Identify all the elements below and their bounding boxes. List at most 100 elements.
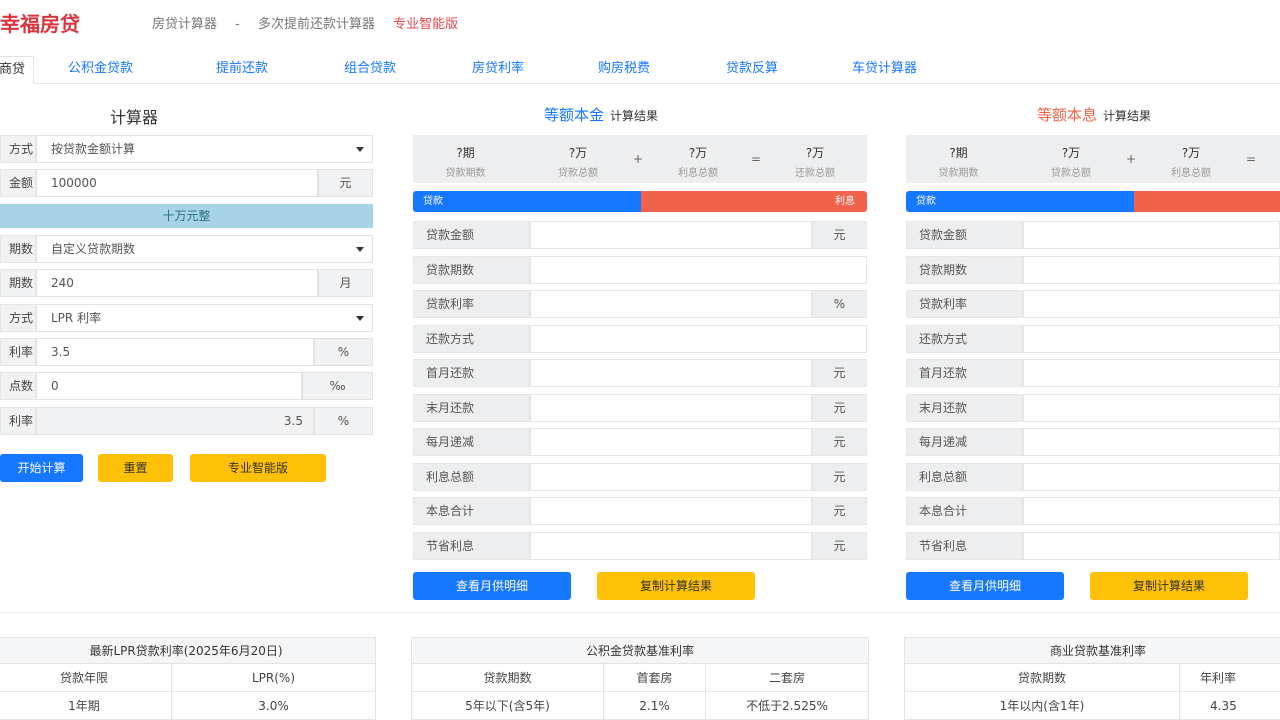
result-unit-first-month: 元 bbox=[812, 359, 867, 387]
result-label-saved-interest: 节省利息 bbox=[906, 531, 1023, 560]
tab-mortgage-rate[interactable]: 房贷利率 bbox=[472, 56, 524, 84]
summary-term-label: 贷款期数 bbox=[938, 168, 979, 179]
result-value-last-month bbox=[1023, 393, 1280, 422]
tab-prepayment[interactable]: 提前还款 bbox=[216, 56, 268, 84]
calculate-button[interactable]: 开始计算 bbox=[0, 454, 83, 482]
amount-in-words: 十万元整 bbox=[0, 204, 373, 228]
method-select[interactable]: 按贷款金额计算 bbox=[36, 135, 373, 163]
fund-cell-term: 5年以下(含5年) bbox=[412, 692, 604, 720]
summary-loan-total-value: ?万 bbox=[568, 146, 588, 160]
site-logo[interactable]: 幸福房贷 bbox=[0, 8, 80, 37]
result-label-loan-term: 贷款期数 bbox=[906, 255, 1023, 284]
result-value-first-month bbox=[1023, 359, 1280, 387]
rate-unit: % bbox=[314, 338, 373, 366]
result-label-repay-method: 还款方式 bbox=[906, 324, 1023, 353]
result-value-monthly-decrease bbox=[1023, 428, 1280, 456]
bp-unit: ‰ bbox=[302, 372, 373, 400]
header: 幸福房贷 房贷计算器 - 多次提前还款计算器 专业智能版 bbox=[0, 0, 1280, 44]
fund-header-first-home: 首套房 bbox=[604, 664, 706, 692]
result-value-loan-amount bbox=[530, 221, 812, 249]
summary-repay-total-label: 还款总额 bbox=[795, 168, 835, 179]
fund-header-second-home: 二套房 bbox=[706, 664, 868, 692]
lpr-table-title: 最新LPR贷款利率(2025年6月20日) bbox=[0, 638, 375, 664]
summary-loan-total: ?万 贷款总额 bbox=[523, 135, 633, 183]
result-row-monthly-decrease: 每月递减 bbox=[906, 428, 1280, 456]
result-label-monthly-decrease: 每月递减 bbox=[413, 428, 530, 456]
result-label-principal-interest-total: 本息合计 bbox=[906, 497, 1023, 525]
breadcrumb-mortgage-calculator[interactable]: 房贷计算器 bbox=[152, 17, 217, 32]
result-unit-loan-rate: % bbox=[812, 290, 867, 318]
rate-label: 利率 bbox=[0, 338, 36, 366]
result-row-loan-term: 贷款期数 bbox=[413, 255, 867, 284]
lpr-rate-table: 最新LPR贷款利率(2025年6月20日) 贷款年限 LPR(%) 1年期 3.… bbox=[0, 637, 376, 720]
breadcrumb: 房贷计算器 - 多次提前还款计算器 专业智能版 bbox=[152, 13, 472, 32]
tab-housing-fund-loan[interactable]: 公积金贷款 bbox=[68, 56, 133, 84]
result-row-interest-total: 利息总额 bbox=[906, 462, 1280, 491]
summary-loan-total-value: ?万 bbox=[1061, 146, 1081, 160]
breadcrumb-prepayment-calculator[interactable]: 多次提前还款计算器 bbox=[258, 17, 375, 32]
summary-term-value: ?期 bbox=[456, 146, 475, 160]
equal-installment-detail-button[interactable]: 查看月供明细 bbox=[906, 572, 1064, 600]
tab-reverse-calc[interactable]: 贷款反算 bbox=[726, 56, 778, 84]
commercial-cell-term: 1年以内(含1年) bbox=[905, 692, 1180, 720]
result-value-monthly-decrease bbox=[530, 428, 812, 456]
summary-interest-total: ?万 利息总额 bbox=[643, 135, 753, 183]
result-label-saved-interest: 节省利息 bbox=[413, 531, 530, 560]
result-row-last-month: 末月还款 元 bbox=[413, 393, 867, 422]
result-label-first-month: 首月还款 bbox=[413, 359, 530, 387]
summary-interest-total-value: ?万 bbox=[688, 146, 708, 160]
method-value: 按贷款金额计算 bbox=[51, 142, 136, 156]
summary-interest-total-label: 利息总额 bbox=[1171, 168, 1211, 179]
lpr-header-term: 贷款年限 bbox=[0, 664, 172, 692]
summary-loan-total-label: 贷款总额 bbox=[558, 168, 598, 179]
fund-cell-first-home: 2.1% bbox=[604, 692, 706, 720]
equal-principal-detail-button[interactable]: 查看月供明细 bbox=[413, 572, 571, 600]
result-label-loan-rate: 贷款利率 bbox=[906, 290, 1023, 318]
result-label-last-month: 末月还款 bbox=[906, 393, 1023, 422]
reset-button[interactable]: 重置 bbox=[98, 454, 173, 482]
result-value-loan-rate bbox=[530, 290, 812, 318]
equal-installment-subtitle: 计算结果 bbox=[1103, 109, 1152, 123]
result-row-loan-rate: 贷款利率 bbox=[906, 290, 1280, 318]
pro-version-button[interactable]: 专业智能版 bbox=[190, 454, 326, 482]
tab-car-loan-calculator[interactable]: 车贷计算器 bbox=[852, 56, 917, 84]
rate-input[interactable]: 3.5 bbox=[36, 338, 314, 366]
final-rate-unit: % bbox=[314, 407, 373, 435]
tab-commercial-loan[interactable]: 商贷 bbox=[0, 56, 35, 84]
term-type-select[interactable]: 自定义贷款期数 bbox=[36, 235, 373, 263]
plus-sign: + bbox=[1126, 152, 1137, 166]
result-unit-interest-total: 元 bbox=[812, 462, 867, 491]
commercial-rate-table: 商业贷款基准利率 贷款期数 年利率 1年以内(含1年) 4.35 bbox=[904, 637, 1280, 720]
nav-tabs: 商贷 公积金贷款 提前还款 组合贷款 房贷利率 购房税费 贷款反算 车贷计算器 bbox=[0, 56, 1280, 84]
equal-principal-title-text: 等额本金 bbox=[544, 106, 605, 124]
result-unit-loan-amount: 元 bbox=[812, 221, 867, 249]
equal-principal-copy-button[interactable]: 复制计算结果 bbox=[597, 572, 755, 600]
tab-combined-loan[interactable]: 组合贷款 bbox=[344, 56, 396, 84]
result-row-loan-amount: 贷款金额 bbox=[906, 221, 1280, 249]
lpr-cell-rate: 3.0% bbox=[172, 692, 375, 720]
fund-cell-second-home: 不低于2.525% bbox=[706, 692, 868, 720]
term-unit: 月 bbox=[318, 269, 373, 297]
result-value-loan-amount bbox=[1023, 221, 1280, 249]
bp-input[interactable]: 0 bbox=[36, 372, 302, 400]
breadcrumb-pro-version[interactable]: 专业智能版 bbox=[393, 17, 458, 32]
result-label-loan-amount: 贷款金额 bbox=[413, 221, 530, 249]
commercial-header-term: 贷款期数 bbox=[905, 664, 1180, 692]
summary-term: ?期 贷款期数 bbox=[413, 135, 518, 183]
lpr-header-rate: LPR(%) bbox=[172, 664, 375, 692]
bp-label: 点数 bbox=[0, 372, 36, 400]
term-input[interactable]: 240 bbox=[36, 269, 318, 297]
tab-purchase-tax[interactable]: 购房税费 bbox=[598, 56, 650, 84]
result-value-loan-rate bbox=[1023, 290, 1280, 318]
result-value-saved-interest bbox=[1023, 531, 1280, 560]
summary-interest-total-label: 利息总额 bbox=[678, 168, 718, 179]
result-row-first-month: 首月还款 bbox=[906, 359, 1280, 387]
chevron-down-icon bbox=[356, 247, 364, 252]
amount-input[interactable]: 100000 bbox=[36, 169, 318, 197]
result-value-first-month bbox=[530, 359, 812, 387]
equal-installment-copy-button[interactable]: 复制计算结果 bbox=[1090, 572, 1248, 600]
rate-type-select[interactable]: LPR 利率 bbox=[36, 304, 373, 332]
result-row-monthly-decrease: 每月递减 元 bbox=[413, 428, 867, 456]
amount-label: 金额 bbox=[0, 169, 36, 197]
final-rate-value: 3.5 bbox=[36, 407, 314, 435]
